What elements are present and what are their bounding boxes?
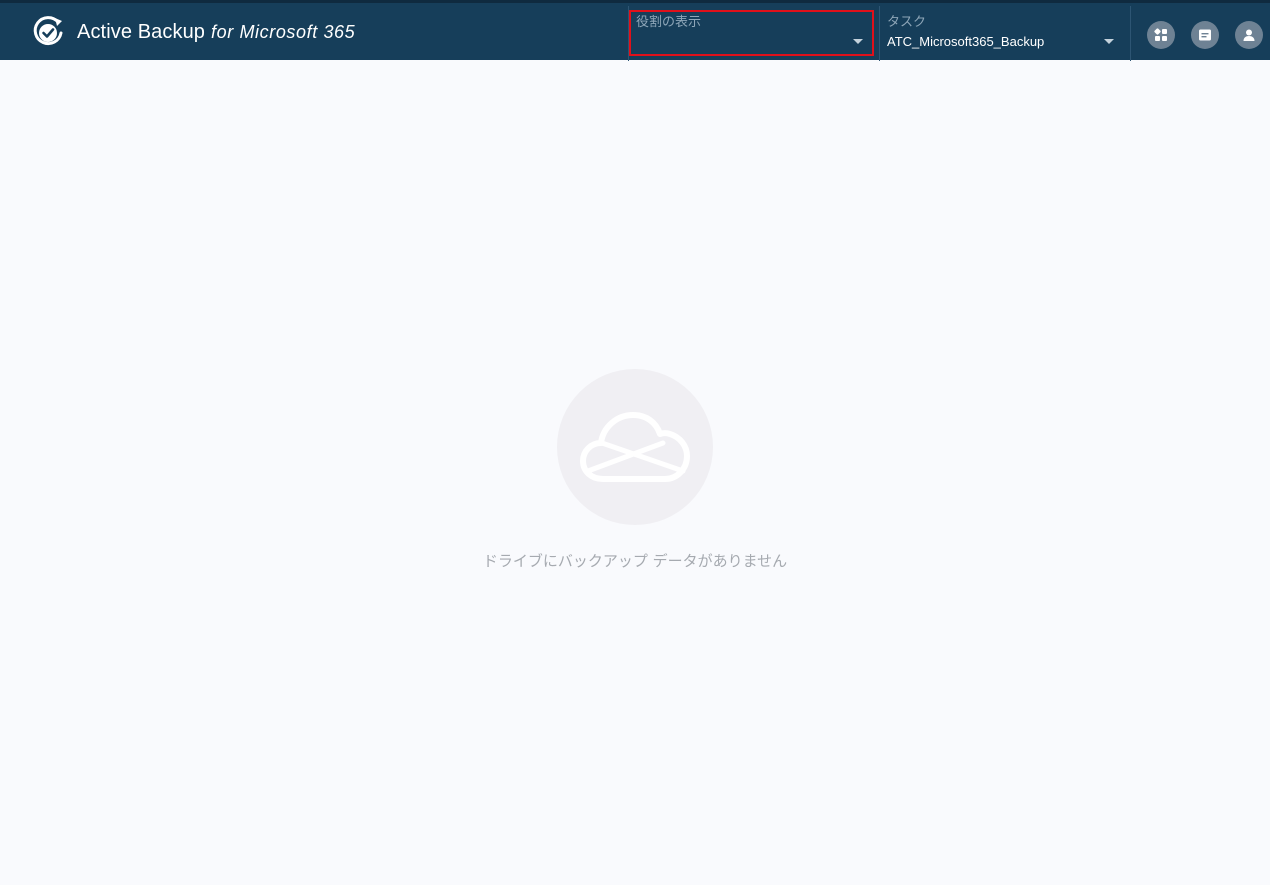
role-view-dropdown[interactable]: 役割の表示 bbox=[628, 3, 874, 60]
app-suffix: for Microsoft 365 bbox=[211, 21, 356, 42]
chevron-down-icon bbox=[853, 39, 863, 44]
task-value: ATC_Microsoft365_Backup bbox=[887, 34, 1045, 49]
chevron-down-icon bbox=[1104, 39, 1114, 44]
apps-button[interactable] bbox=[1147, 21, 1175, 49]
user-icon bbox=[1243, 29, 1255, 41]
apps-icon bbox=[1154, 28, 1167, 41]
user-menu-button[interactable] bbox=[1235, 21, 1263, 49]
app-name: Active Backup bbox=[77, 20, 206, 43]
role-view-label: 役割の表示 bbox=[636, 15, 702, 30]
task-dropdown[interactable]: タスク ATC_Microsoft365_Backup bbox=[879, 3, 1129, 60]
task-label: タスク bbox=[887, 15, 927, 30]
app-title: Active Backup for Microsoft 365 bbox=[77, 21, 355, 44]
message-icon bbox=[1199, 29, 1211, 41]
empty-state-message: ドライブにバックアップ データがありません bbox=[482, 552, 788, 570]
empty-state-circle bbox=[557, 369, 713, 525]
top-bar: Active Backup for Microsoft 365 役割の表示 タスク… bbox=[0, 0, 1270, 61]
messages-button[interactable] bbox=[1191, 21, 1219, 49]
active-backup-logo-icon bbox=[33, 16, 63, 46]
header-divider bbox=[1130, 6, 1131, 61]
app-brand: Active Backup for Microsoft 365 bbox=[31, 14, 355, 50]
onedrive-cloud-icon bbox=[580, 412, 690, 482]
empty-state: ドライブにバックアップ データがありません bbox=[0, 369, 1270, 571]
